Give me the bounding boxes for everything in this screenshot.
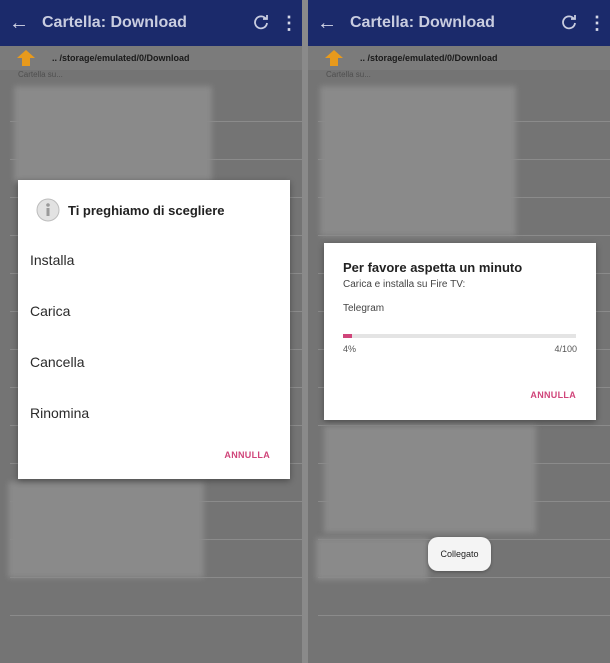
cancel-button[interactable]: ANNULLA (530, 390, 576, 400)
refresh-icon[interactable] (246, 14, 276, 32)
info-icon (36, 198, 60, 222)
option-rename[interactable]: Rinomina (18, 387, 290, 438)
app-bar-title: Cartella: Download (350, 14, 495, 31)
app-bar: ← Cartella: Download ⋮ (308, 0, 610, 46)
more-vert-icon[interactable]: ⋮ (584, 13, 610, 34)
screenshot-pair: ← Cartella: Download ⋮ .. /storage/emula… (0, 0, 610, 663)
path-bar[interactable]: .. /storage/emulated/0/Download (0, 46, 302, 70)
progress-bar (343, 334, 576, 338)
blurred-region (316, 538, 428, 580)
dialog-header: Ti preghiamo di scegliere (18, 180, 290, 222)
list-item[interactable] (318, 578, 610, 616)
blurred-region (324, 425, 536, 533)
option-upload[interactable]: Carica (18, 285, 290, 336)
list-item[interactable] (10, 578, 302, 616)
progress-fill (343, 334, 353, 338)
progress-count: 4/100 (554, 344, 577, 354)
dialog-message: Carica e installa su Fire TV: (343, 279, 466, 290)
app-bar-title: Cartella: Download (42, 14, 187, 31)
folder-subtitle: Cartella su... (326, 70, 371, 79)
options-list: Installa Carica Cancella Rinomina (18, 234, 290, 438)
blurred-region (8, 482, 204, 578)
blurred-region (320, 86, 516, 236)
cancel-button[interactable]: ANNULLA (224, 450, 270, 460)
left-screen: ← Cartella: Download ⋮ .. /storage/emula… (0, 0, 302, 663)
arrow-back-icon[interactable]: ← (308, 12, 346, 35)
arrow-back-icon[interactable]: ← (0, 12, 38, 35)
dialog-title: Ti preghiamo di scegliere (68, 202, 225, 218)
current-path: .. /storage/emulated/0/Download (52, 53, 190, 63)
folder-subtitle: Cartella su... (18, 70, 63, 79)
blurred-region (14, 86, 212, 182)
dialog-title: Per favore aspetta un minuto (343, 260, 523, 275)
app-bar: ← Cartella: Download ⋮ (0, 0, 302, 46)
option-install[interactable]: Installa (18, 234, 290, 285)
folder-up-icon[interactable] (0, 50, 52, 66)
refresh-icon[interactable] (554, 14, 584, 32)
progress-dialog: Per favore aspetta un minuto Carica e in… (324, 243, 596, 420)
file-name: Telegram (343, 303, 385, 314)
toast-message: Collegato (428, 537, 491, 571)
progress-percent: 4% (343, 344, 357, 354)
right-screen: ← Cartella: Download ⋮ .. /storage/emula… (308, 0, 610, 663)
more-vert-icon[interactable]: ⋮ (276, 13, 302, 34)
option-delete[interactable]: Cancella (18, 336, 290, 387)
path-bar[interactable]: .. /storage/emulated/0/Download (308, 46, 610, 70)
current-path: .. /storage/emulated/0/Download (360, 53, 498, 63)
folder-up-icon[interactable] (308, 50, 360, 66)
choose-action-dialog: Ti preghiamo di scegliere Installa Caric… (18, 180, 290, 479)
